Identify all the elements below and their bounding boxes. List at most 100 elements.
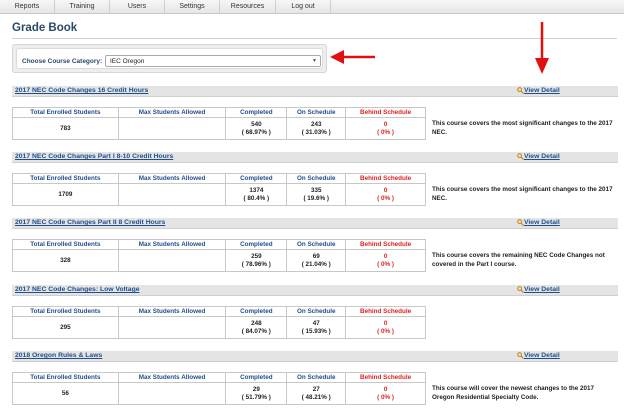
filter-panel: Choose Course Category: IEC Oregon ▼ [16,48,323,69]
view-detail-link[interactable]: View Detail [524,87,560,94]
on-schedule-count: 243 [310,120,322,128]
header-max-students: Max Students Allowed [117,173,227,184]
max-students-value [117,382,227,405]
on-schedule-count: 27 [312,385,320,393]
magnifier-icon[interactable] [517,153,524,160]
table-header-row: Total Enrolled Students Max Students All… [12,372,426,383]
course-stats-table: Total Enrolled Students Max Students All… [12,239,426,272]
course-description: This course covers the remaining NEC Cod… [432,252,605,268]
magnifier-icon[interactable] [517,219,524,226]
total-enrolled-value: 1709 [12,183,119,206]
completed-cell: 248( 84.07% ) [225,316,288,339]
behind-schedule-count: 0 [383,120,388,128]
max-students-value [117,249,227,272]
on-schedule-cell: 335( 19.6% ) [286,183,347,206]
on-schedule-count: 335 [310,186,322,194]
total-enrolled-value: 295 [12,316,119,339]
course-name-link[interactable]: 2017 NEC Code Changes 16 Credit Hours [15,87,148,94]
max-students-value [117,183,227,206]
course-stats-table: Total Enrolled Students Max Students All… [12,372,426,405]
header-total-enrolled: Total Enrolled Students [12,372,119,383]
header-behind-schedule: Behind Schedule [345,306,426,317]
view-detail-link[interactable]: View Detail [524,352,560,359]
completed-percent: ( 51.79% ) [241,393,271,401]
nav-item-users[interactable]: Users [110,0,165,14]
on-schedule-cell: 243( 31.03% ) [286,117,347,140]
on-schedule-percent: ( 48.21% ) [301,393,331,401]
course-category-select[interactable]: IEC Oregon ▼ [105,55,321,67]
completed-cell: 259( 78.96% ) [225,249,288,272]
page-title: Grade Book [12,22,78,34]
course-description: This course will cover the newest change… [432,385,595,401]
table-header-row: Total Enrolled Students Max Students All… [12,107,426,118]
behind-schedule-count: 0 [383,252,388,260]
header-total-enrolled: Total Enrolled Students [12,239,119,250]
course-name-link[interactable]: 2018 Oregon Rules & Laws [15,352,102,359]
behind-schedule-percent: ( 0% ) [377,128,394,136]
course-stats-table: Total Enrolled Students Max Students All… [12,306,426,339]
on-schedule-percent: ( 31.03% ) [301,128,331,136]
header-completed: Completed [225,239,288,250]
behind-schedule-count: 0 [383,319,388,327]
header-total-enrolled: Total Enrolled Students [12,107,119,118]
course-category-label: Choose Course Category: [22,58,103,65]
max-students-value [117,117,227,140]
on-schedule-count: 47 [312,319,320,327]
magnifier-icon[interactable] [517,352,524,359]
table-header-row: Total Enrolled Students Max Students All… [12,239,426,250]
nav-item-log-out[interactable]: Log out [276,0,331,14]
nav-item-reports[interactable]: Reports [0,0,55,14]
completed-cell: 29( 51.79% ) [225,382,288,405]
course-stats-table: Total Enrolled Students Max Students All… [12,107,426,140]
view-detail-link[interactable]: View Detail [524,153,560,160]
behind-schedule-count: 0 [383,186,388,194]
course-name-link[interactable]: 2017 NEC Code Changes Part I 8-10 Credit… [15,153,173,160]
header-completed: Completed [225,372,288,383]
total-enrolled-value: 56 [12,382,119,405]
course-stats-table: Total Enrolled Students Max Students All… [12,173,426,206]
course-category-filter: Choose Course Category: IEC Oregon ▼ [12,44,327,73]
course-header: 2017 NEC Code Changes Part II 8 Credit H… [12,218,618,229]
on-schedule-percent: ( 15.93% ) [301,327,331,335]
course-name-link[interactable]: 2017 NEC Code Changes Part II 8 Credit H… [15,219,165,226]
completed-percent: ( 78.96% ) [241,260,271,268]
title-divider [12,38,617,39]
nav-item-training[interactable]: Training [55,0,110,14]
header-on-schedule: On Schedule [286,306,347,317]
chevron-down-icon: ▼ [312,58,317,64]
table-header-row: Total Enrolled Students Max Students All… [12,306,426,317]
on-schedule-percent: ( 21.04% ) [301,260,331,268]
magnifier-icon[interactable] [517,286,524,293]
course-header: 2017 NEC Code Changes Part I 8-10 Credit… [12,152,618,163]
header-behind-schedule: Behind Schedule [345,173,426,184]
header-max-students: Max Students Allowed [117,372,227,383]
total-enrolled-value: 328 [12,249,119,272]
magnifier-icon[interactable] [517,87,524,94]
completed-count: 259 [251,252,262,260]
annotation-arrow-left-icon [330,50,375,64]
header-on-schedule: On Schedule [286,173,347,184]
course-name-link[interactable]: 2017 NEC Code Changes: Low Voltage [15,286,140,293]
header-completed: Completed [225,173,288,184]
course-category-value: IEC Oregon [110,58,145,65]
completed-count: 540 [251,120,262,128]
course-section: 2017 NEC Code Changes: Low Voltage View … [12,285,618,345]
view-detail-link[interactable]: View Detail [524,219,560,226]
completed-cell: 540( 68.97% ) [225,117,288,140]
behind-schedule-cell: 0( 0% ) [345,117,426,140]
header-on-schedule: On Schedule [286,372,347,383]
behind-schedule-percent: ( 0% ) [377,393,394,401]
table-row: 295 248( 84.07% ) 47( 15.93% ) 0( 0% ) [12,316,426,339]
header-on-schedule: On Schedule [286,239,347,250]
view-detail-link[interactable]: View Detail [524,286,560,293]
nav-item-resources[interactable]: Resources [220,0,276,14]
completed-count: 29 [252,385,260,393]
course-header: 2018 Oregon Rules & Laws View Detail [12,351,618,362]
annotation-arrow-down-icon [535,22,549,74]
header-behind-schedule: Behind Schedule [345,372,426,383]
header-behind-schedule: Behind Schedule [345,239,426,250]
table-row: 56 29( 51.79% ) 27( 48.21% ) 0( 0% ) [12,382,426,405]
behind-schedule-count: 0 [383,385,388,393]
header-completed: Completed [225,107,288,118]
nav-item-settings[interactable]: Settings [165,0,220,14]
